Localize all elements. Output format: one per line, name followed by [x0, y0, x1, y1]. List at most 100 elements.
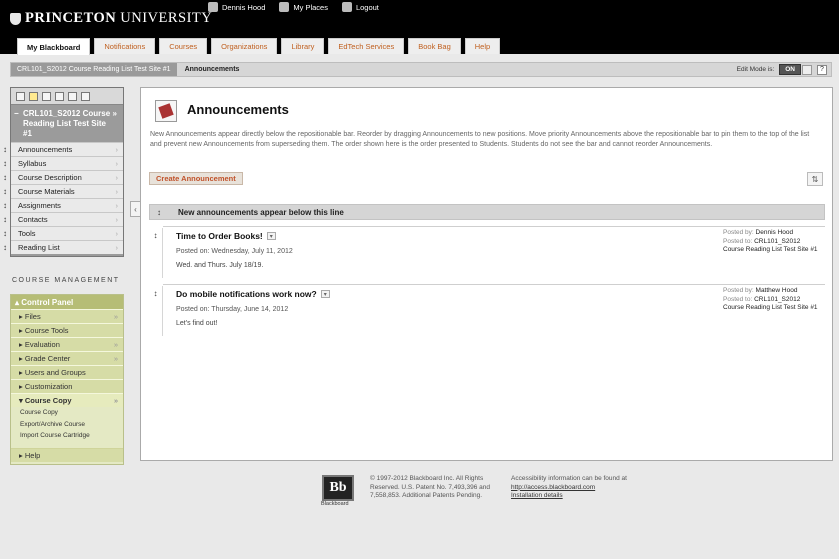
drag-handle-icon[interactable]: ↕ — [3, 229, 7, 238]
course-menu-item-contacts[interactable]: ↕ Contacts › — [3, 212, 123, 226]
cp-item-course-tools[interactable]: ▸ Course Tools — [11, 323, 123, 337]
drag-handle-icon[interactable]: ↕ — [3, 173, 7, 182]
accessibility-link[interactable]: http://access.blackboard.com — [511, 484, 651, 493]
main-tabs: My Blackboard Notifications Courses Orga… — [17, 38, 501, 55]
top-bar: PRINCETON UNIVERSITY Dennis Hood My Plac… — [0, 0, 839, 55]
shield-icon — [10, 12, 21, 25]
edit-mode-off-knob[interactable] — [802, 64, 812, 75]
cp-item-course-copy[interactable]: ▾ Course Copy» — [11, 393, 123, 407]
chevron-icon: › — [115, 201, 119, 210]
reorder-icon[interactable] — [81, 91, 90, 101]
help-icon[interactable]: ? — [817, 64, 827, 75]
tab-my-blackboard[interactable]: My Blackboard — [17, 38, 91, 55]
tab-notifications[interactable]: Notifications — [94, 38, 156, 54]
top-links: Dennis Hood My Places Logout — [208, 2, 379, 12]
logo-text: UNIVERSITY — [120, 10, 213, 26]
installation-details-link[interactable]: Installation details — [511, 492, 651, 501]
posted-to-label: Posted to: — [723, 237, 753, 245]
course-menu-item-course-description[interactable]: ↕ Course Description › — [3, 170, 123, 184]
drag-handle-icon[interactable]: ↕ — [150, 208, 168, 217]
cp-sub-course-copy[interactable]: Course Copy — [11, 407, 123, 419]
cp-item-customization[interactable]: ▸ Customization — [11, 379, 123, 393]
divider — [163, 226, 825, 227]
announcement-item: ↕ Time to Order Books! ▾ Posted on: Wedne… — [149, 226, 825, 278]
drag-handle-icon[interactable]: ↕ — [3, 187, 7, 196]
tab-library[interactable]: Library — [281, 38, 325, 54]
course-menu-item-announcements[interactable]: ↕ Announcements › — [3, 142, 123, 156]
tab-help[interactable]: Help — [464, 38, 501, 54]
breadcrumb-course[interactable]: CRL101_S2012 Course Reading List Test Si… — [11, 63, 177, 76]
drag-handle-icon[interactable]: ↕ — [3, 201, 7, 210]
cp-item-users-and-groups[interactable]: ▸ Users and Groups — [11, 365, 123, 379]
page-description: New Announcements appear directly below … — [150, 131, 810, 148]
page-title: Announcements — [187, 102, 289, 117]
tab-book-bag[interactable]: Book Bag — [408, 38, 461, 54]
announcement-meta: Posted by: Matthew Hood Posted to: CRL10… — [723, 287, 823, 313]
menu-item-label: Contacts — [18, 215, 48, 224]
course-menu-item-assignments[interactable]: ↕ Assignments › — [3, 198, 123, 212]
cp-item-files[interactable]: ▸ Files» — [11, 309, 123, 323]
drag-handle-icon[interactable]: ↕ — [3, 215, 7, 224]
tab-edtech-services[interactable]: EdTech Services — [328, 38, 405, 54]
course-menu-title[interactable]: − CRL101_S2012 Course Reading List Test … — [11, 105, 123, 142]
announcement-meta: Posted by: Dennis Hood Posted to: CRL101… — [723, 229, 823, 255]
menu-item-label: Course Materials — [18, 187, 75, 196]
user-icon — [208, 2, 218, 12]
drag-handle-icon[interactable]: ↕ — [3, 243, 7, 252]
announcement-item: ↕ Do mobile notifications work now? ▾ Pos… — [149, 284, 825, 336]
cp-item-grade-center[interactable]: ▸ Grade Center» — [11, 351, 123, 365]
course-menu-item-tools[interactable]: ↕ Tools › — [3, 226, 123, 240]
add-menu-item-icon[interactable] — [16, 91, 25, 101]
cp-item-label: Customization — [24, 382, 73, 391]
course-menu-item-reading-list[interactable]: ↕ Reading List › — [3, 240, 123, 254]
repositionable-bar[interactable]: ↕ New announcements appear below this li… — [149, 204, 825, 220]
posted-to-label: Posted to: — [723, 295, 753, 303]
control-panel-label: Control Panel — [21, 297, 74, 307]
control-panel-header[interactable]: ▴ Control Panel — [11, 295, 123, 309]
list-view-icon[interactable] — [29, 91, 38, 101]
tab-courses[interactable]: Courses — [159, 38, 208, 54]
folder-view-icon[interactable] — [42, 91, 51, 101]
menu-item-label: Tools — [18, 229, 36, 238]
edit-mode-toggle[interactable]: ON — [779, 64, 801, 75]
announcement-title: Do mobile notifications work now? ▾ — [176, 289, 330, 299]
drag-handle-icon[interactable]: ↕ — [149, 286, 163, 336]
blackboard-logo-text: Blackboard — [321, 501, 349, 507]
drag-handle-icon[interactable]: ↕ — [3, 145, 7, 154]
user-name: Dennis Hood — [222, 2, 266, 12]
princeton-logo[interactable]: PRINCETON UNIVERSITY — [10, 10, 212, 27]
menu-item-label: Course Description — [18, 173, 82, 182]
cp-item-evaluation[interactable]: ▸ Evaluation» — [11, 337, 123, 351]
chevron-down-icon[interactable]: ▾ — [266, 232, 276, 240]
tab-organizations[interactable]: Organizations — [211, 38, 278, 54]
cp-item-help[interactable]: ▸ Help — [11, 447, 123, 462]
refresh-icon[interactable] — [68, 91, 77, 101]
reorder-icon[interactable]: ⇅ — [807, 172, 823, 186]
chevron-icon: › — [115, 187, 119, 196]
breadcrumb: CRL101_S2012 Course Reading List Test Si… — [10, 62, 832, 77]
announcement-posted-date: Posted on: Thursday, June 14, 2012 — [176, 306, 289, 313]
course-menu-item-syllabus[interactable]: ↕ Syllabus › — [3, 156, 123, 170]
blackboard-logo[interactable]: Bb — [322, 475, 354, 501]
cp-sub-export-archive[interactable]: Export/Archive Course — [11, 419, 123, 431]
user-link[interactable]: Dennis Hood — [208, 2, 265, 12]
logout-link[interactable]: Logout — [341, 2, 379, 12]
cp-sub-import-cartridge[interactable]: Import Course Cartridge — [11, 430, 123, 442]
edit-mode: Edit Mode is: ON ? — [737, 64, 827, 75]
course-menu-item-course-materials[interactable]: ↕ Course Materials › — [3, 184, 123, 198]
announcement-posted-date: Posted on: Wednesday, July 11, 2012 — [176, 248, 293, 255]
main-content: Announcements New Announcements appear d… — [140, 87, 833, 461]
announcements-icon — [155, 100, 177, 122]
posted-by-label: Posted by: — [723, 287, 754, 294]
chevron-icon: » — [113, 396, 118, 405]
create-announcement-button[interactable]: Create Announcement — [149, 172, 243, 185]
announcement-title-text: Do mobile notifications work now? — [176, 289, 317, 299]
new-window-icon[interactable] — [55, 91, 64, 101]
chevron-down-icon[interactable]: ▾ — [320, 290, 330, 298]
my-places-link[interactable]: My Places — [279, 2, 328, 12]
chevron-icon: » — [113, 354, 118, 363]
drag-handle-icon[interactable]: ↕ — [3, 159, 7, 168]
menu-item-label: Syllabus — [18, 159, 47, 168]
cp-item-label: Files — [24, 312, 41, 321]
drag-handle-icon[interactable]: ↕ — [149, 228, 163, 278]
